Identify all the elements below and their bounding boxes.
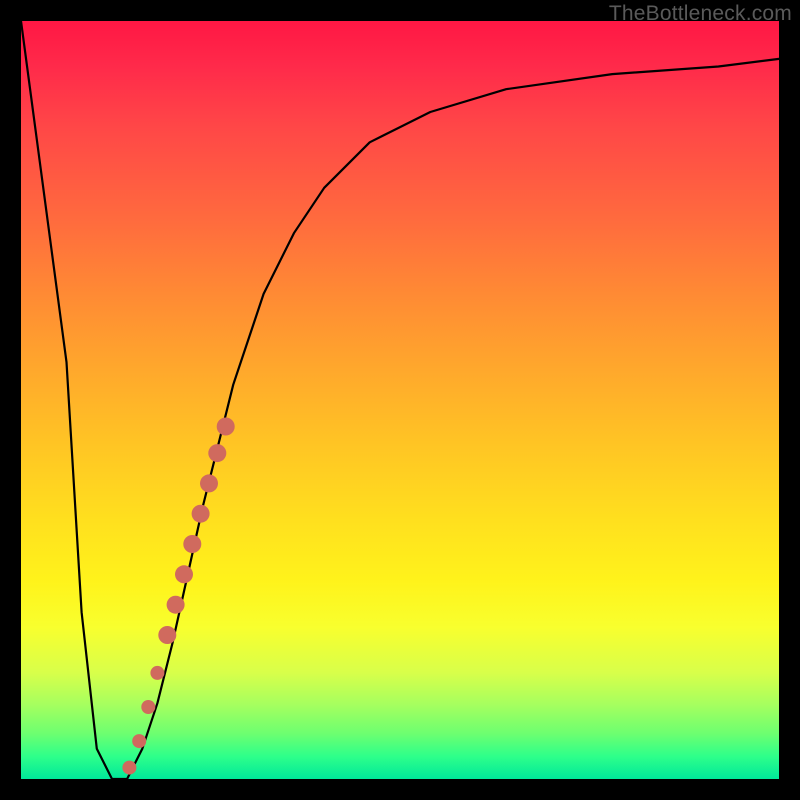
highlight-dot	[208, 444, 226, 462]
highlight-dot	[200, 474, 218, 492]
highlight-dot	[217, 418, 235, 436]
highlight-dot	[175, 565, 193, 583]
highlight-dot	[122, 761, 136, 775]
highlight-dots	[122, 418, 234, 775]
highlight-dot	[158, 626, 176, 644]
highlight-dot	[183, 535, 201, 553]
bottleneck-curve	[21, 21, 779, 779]
highlight-dot	[150, 666, 164, 680]
chart-frame: TheBottleneck.com	[0, 0, 800, 800]
chart-svg	[21, 21, 779, 779]
highlight-dot	[141, 700, 155, 714]
highlight-dot	[167, 596, 185, 614]
plot-area	[21, 21, 779, 779]
highlight-dot	[192, 505, 210, 523]
highlight-dot	[132, 734, 146, 748]
watermark-text: TheBottleneck.com	[609, 2, 792, 26]
